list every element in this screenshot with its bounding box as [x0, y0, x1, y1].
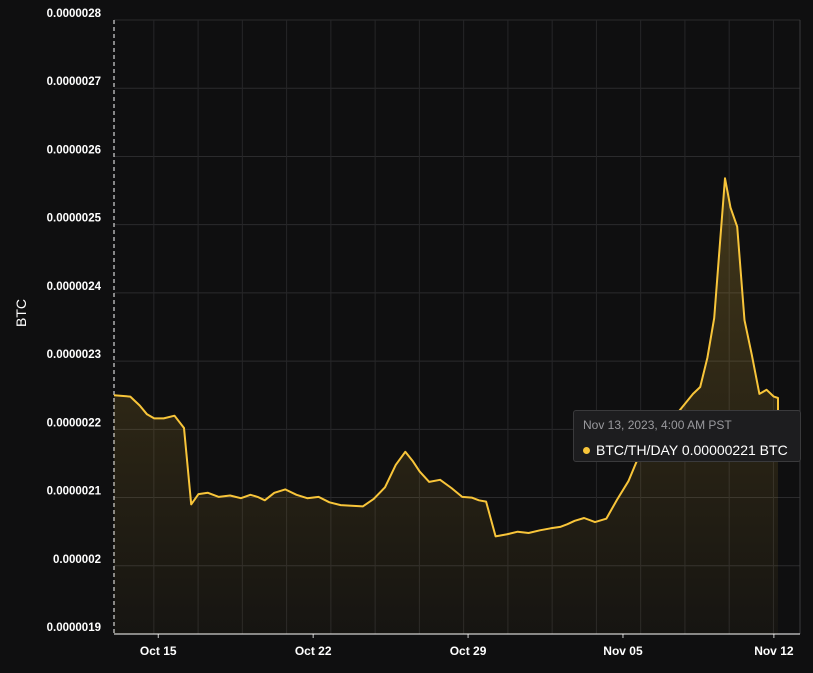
data-point	[517, 530, 519, 532]
data-point	[129, 395, 131, 397]
data-point	[411, 460, 413, 462]
data-point	[306, 497, 308, 499]
y-tick-label: 0.0000028	[47, 8, 102, 20]
data-point	[146, 413, 148, 415]
data-point	[113, 394, 115, 396]
data-point	[706, 357, 708, 359]
data-point	[684, 402, 686, 404]
data-point	[295, 494, 297, 496]
data-point	[478, 499, 480, 501]
data-point	[173, 414, 175, 416]
series-area-fill	[114, 178, 778, 635]
y-axis-title: BTC	[13, 299, 29, 327]
y-tick-label: 0.0000023	[47, 349, 101, 361]
data-point	[566, 523, 568, 525]
data-point	[240, 497, 242, 499]
data-point	[439, 479, 441, 481]
data-point	[229, 494, 231, 496]
data-point	[256, 496, 258, 498]
data-point	[765, 389, 767, 391]
y-tick-label: 0.0000022	[47, 417, 101, 429]
data-point	[264, 499, 266, 501]
data-point	[162, 417, 164, 419]
x-tick-label: Nov 12	[754, 644, 794, 658]
data-point	[777, 402, 779, 404]
x-tick-label: Oct 29	[450, 644, 487, 658]
tooltip-series-value: BTC/TH/DAY 0.00000221 BTC	[596, 442, 788, 458]
data-point	[750, 353, 752, 355]
x-tick-label: Oct 22	[295, 644, 332, 658]
series-marker-dot	[583, 446, 590, 454]
data-point	[153, 417, 155, 419]
data-point	[627, 480, 629, 482]
data-point	[713, 317, 715, 319]
data-point	[428, 481, 430, 483]
x-tick-label: Nov 05	[603, 644, 643, 658]
data-point	[197, 493, 199, 495]
y-tick-label: 0.0000021	[47, 486, 102, 498]
data-point	[273, 492, 275, 494]
data-point	[384, 486, 386, 488]
data-point	[724, 177, 726, 179]
data-point	[461, 496, 463, 498]
data-point	[485, 500, 487, 502]
data-point	[616, 498, 618, 500]
data-point	[573, 520, 575, 522]
data-point	[550, 527, 552, 529]
y-tick-label: 0.0000025	[47, 213, 102, 225]
data-point	[362, 505, 364, 507]
data-point	[404, 451, 406, 453]
tooltip-date: Nov 13, 2023, 4:00 AM PST	[583, 418, 732, 432]
hashprice-chart: 0.0000019 0.000002 0.0000021 0.0000022 0.000…	[13, 8, 801, 658]
data-point	[718, 247, 720, 249]
tooltip-value-row: BTC/TH/DAY 0.00000221 BTC	[583, 442, 788, 458]
data-point	[218, 496, 220, 498]
data-point	[736, 226, 738, 228]
data-point	[777, 397, 779, 399]
data-point	[758, 393, 760, 395]
data-point	[470, 496, 472, 498]
data-point	[372, 498, 374, 500]
data-point	[505, 533, 507, 535]
data-point	[559, 526, 561, 528]
chart-container: 0.0000019 0.000002 0.0000021 0.0000022 0.000…	[0, 0, 813, 673]
data-point	[699, 386, 701, 388]
data-point	[743, 319, 745, 321]
data-point	[284, 488, 286, 490]
data-point	[419, 470, 421, 472]
data-point	[527, 532, 529, 534]
data-point	[328, 501, 330, 503]
x-tick-label: Oct 15	[140, 644, 177, 658]
data-point	[594, 521, 596, 523]
y-tick-label: 0.0000026	[47, 144, 101, 156]
data-point	[583, 517, 585, 519]
data-point	[249, 494, 251, 496]
data-point	[139, 404, 141, 406]
y-tick-label: 0.0000019	[47, 622, 101, 634]
data-point	[494, 535, 496, 537]
data-point	[450, 487, 452, 489]
y-tick-label: 0.000002	[53, 554, 101, 566]
data-point	[190, 503, 192, 505]
y-tick-label: 0.0000027	[47, 76, 101, 88]
chart-tooltip: Nov 13, 2023, 4:00 AM PST BTC/TH/DAY 0.0…	[573, 410, 801, 462]
data-point	[207, 492, 209, 494]
data-point	[773, 395, 775, 397]
data-point	[395, 464, 397, 466]
data-point	[692, 393, 694, 395]
data-point	[340, 504, 342, 506]
data-point	[317, 496, 319, 498]
data-point	[183, 427, 185, 429]
y-tick-label: 0.0000024	[47, 281, 102, 293]
data-point	[539, 529, 541, 531]
data-point	[729, 206, 731, 208]
data-point	[605, 518, 607, 520]
data-point	[350, 505, 352, 507]
